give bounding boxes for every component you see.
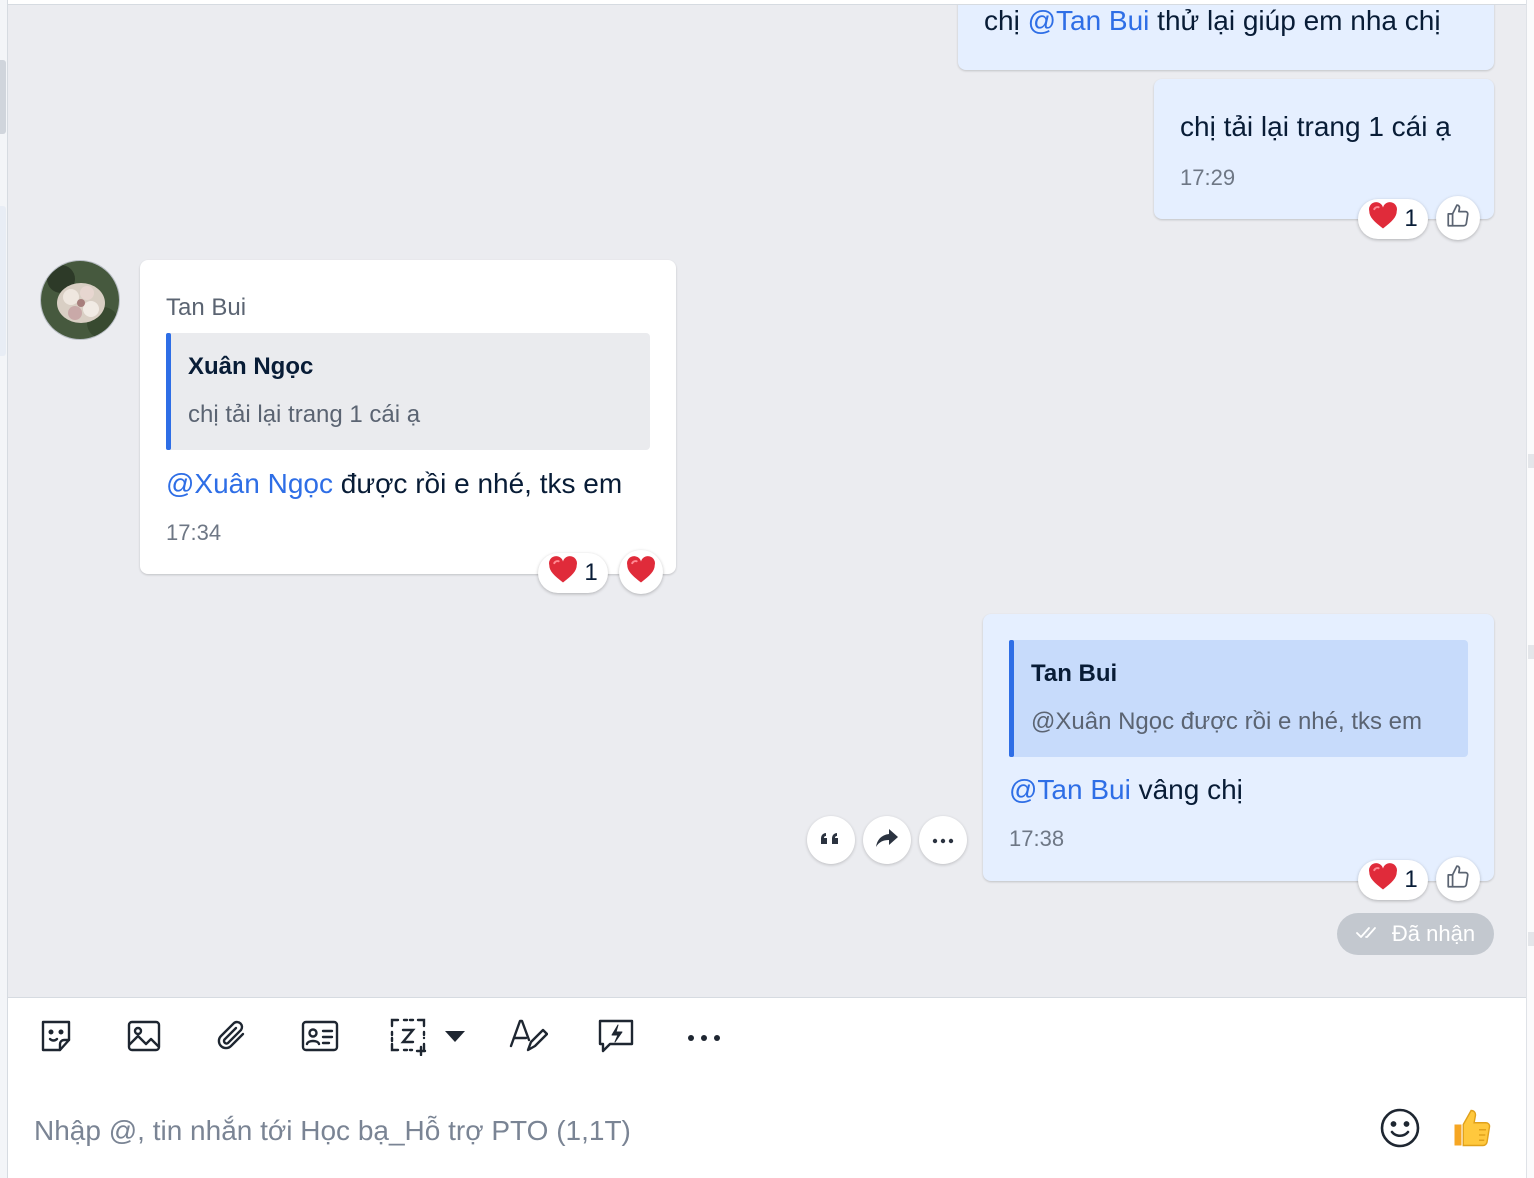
scroll-marker bbox=[1528, 454, 1534, 468]
screenshot-icon bbox=[388, 1016, 428, 1061]
heart-icon bbox=[1368, 862, 1398, 898]
caret-down-icon bbox=[444, 1029, 466, 1048]
more-icon bbox=[686, 1029, 722, 1047]
sticker-button[interactable] bbox=[34, 1016, 78, 1060]
reaction-summary[interactable]: 1 bbox=[1358, 199, 1428, 239]
left-sidebar-edge bbox=[0, 0, 8, 1178]
right-scroll-edge bbox=[1526, 0, 1534, 1178]
message-bubble-outgoing[interactable]: chị @Tan Bui thử lại giúp em nha chị bbox=[958, 5, 1494, 70]
delivery-status-badge: Đã nhận bbox=[1337, 913, 1494, 955]
sidebar-scroll-marker bbox=[0, 60, 6, 134]
more-tools-button[interactable] bbox=[682, 1016, 726, 1060]
delivery-status-text: Đã nhận bbox=[1391, 921, 1476, 946]
message-text: @Tan Bui vâng chị bbox=[1009, 774, 1243, 805]
message-time: 17:29 bbox=[1180, 165, 1236, 190]
chat-message-list[interactable]: chị @Tan Bui thử lại giúp em nha chị chị… bbox=[8, 4, 1526, 997]
thumbs-up-outline-icon bbox=[1445, 203, 1471, 234]
message-text: chị @Tan Bui thử lại giúp em nha chị bbox=[984, 5, 1441, 36]
composer bbox=[8, 1078, 1526, 1178]
quoted-message[interactable]: Xuân Ngọc chị tải lại trang 1 cái ạ bbox=[166, 333, 650, 450]
scroll-marker bbox=[1528, 645, 1534, 659]
image-icon bbox=[125, 1017, 163, 1060]
sender-name: Tan Bui bbox=[166, 294, 247, 321]
quote-bar bbox=[1009, 640, 1014, 757]
thumbs-up-outline-icon bbox=[1445, 864, 1471, 895]
message-bubble-incoming[interactable]: Tan Bui Xuân Ngọc chị tải lại trang 1 cá… bbox=[140, 260, 676, 574]
quote-text: @Xuân Ngọc được rồi e nhé, tks em bbox=[1031, 708, 1423, 735]
format-text-button[interactable] bbox=[506, 1016, 550, 1060]
mention-link[interactable]: @Xuân Ngọc bbox=[166, 468, 333, 499]
attachment-icon bbox=[213, 1017, 251, 1060]
composer-toolbar bbox=[8, 997, 1526, 1079]
message-time: 17:34 bbox=[166, 520, 222, 545]
emoji-icon bbox=[1379, 1107, 1421, 1154]
quoted-message[interactable]: Tan Bui @Xuân Ngọc được rồi e nhé, tks e… bbox=[1009, 640, 1468, 757]
message-bubble-outgoing[interactable]: chị tải lại trang 1 cái ạ 17:29 bbox=[1154, 79, 1494, 219]
quick-message-icon bbox=[596, 1016, 636, 1061]
reaction-summary[interactable]: 1 bbox=[538, 553, 608, 593]
sticker-icon bbox=[37, 1017, 75, 1060]
message-text: chị tải lại trang 1 cái ạ bbox=[1180, 111, 1451, 142]
avatar[interactable] bbox=[40, 260, 120, 340]
forward-icon bbox=[874, 827, 900, 854]
message-bubble-outgoing[interactable]: Tan Bui @Xuân Ngọc được rồi e nhé, tks e… bbox=[983, 614, 1494, 881]
screenshot-button[interactable] bbox=[386, 1016, 430, 1060]
heart-icon bbox=[548, 555, 578, 591]
screenshot-options-dropdown[interactable] bbox=[442, 1016, 468, 1060]
quote-button[interactable] bbox=[807, 816, 855, 864]
quote-text: chị tải lại trang 1 cái ạ bbox=[188, 401, 421, 428]
double-check-icon bbox=[1356, 921, 1382, 947]
like-reaction-button[interactable] bbox=[1436, 857, 1480, 901]
heart-icon bbox=[626, 555, 656, 589]
emoji-button[interactable] bbox=[1376, 1106, 1424, 1154]
quick-message-button[interactable] bbox=[594, 1016, 638, 1060]
heart-reaction-button[interactable] bbox=[619, 550, 663, 594]
sidebar-highlight bbox=[0, 206, 6, 356]
image-button[interactable] bbox=[122, 1016, 166, 1060]
scroll-marker bbox=[1528, 932, 1534, 946]
thumbs-up-icon bbox=[1451, 1107, 1493, 1154]
reaction-count: 1 bbox=[584, 559, 598, 586]
quote-icon bbox=[819, 828, 843, 853]
attachment-button[interactable] bbox=[210, 1016, 254, 1060]
message-time: 17:38 bbox=[1009, 826, 1065, 851]
contact-card-button[interactable] bbox=[298, 1016, 342, 1060]
quote-bar bbox=[166, 333, 171, 450]
heart-icon bbox=[1368, 201, 1398, 237]
more-actions-button[interactable] bbox=[919, 816, 967, 864]
message-text: @Xuân Ngọc được rồi e nhé, tks em bbox=[166, 468, 623, 499]
reaction-count: 1 bbox=[1404, 866, 1418, 893]
reaction-summary[interactable]: 1 bbox=[1358, 860, 1428, 900]
message-input[interactable] bbox=[32, 1108, 1336, 1154]
more-icon bbox=[932, 831, 954, 849]
quote-author: Tan Bui bbox=[1031, 660, 1118, 687]
reaction-count: 1 bbox=[1404, 205, 1418, 232]
forward-button[interactable] bbox=[863, 816, 911, 864]
send-like-button[interactable] bbox=[1448, 1106, 1496, 1154]
quote-author: Xuân Ngọc bbox=[188, 353, 314, 380]
contact-card-icon bbox=[300, 1018, 340, 1059]
mention-link[interactable]: @Tan Bui bbox=[1009, 774, 1131, 805]
like-reaction-button[interactable] bbox=[1436, 196, 1480, 240]
mention-link[interactable]: @Tan Bui bbox=[1028, 5, 1150, 36]
format-text-icon bbox=[508, 1016, 549, 1061]
